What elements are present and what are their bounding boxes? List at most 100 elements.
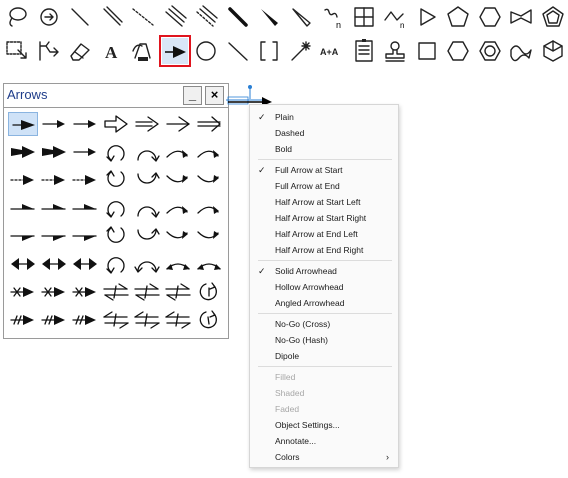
close-button[interactable]: × [205, 86, 224, 105]
menu-item-hollow-arrowhead[interactable]: Hollow Arrowhead [250, 279, 398, 295]
palette-half-arrow-lower-button[interactable] [70, 224, 100, 248]
wavy-bond-tool-button[interactable]: n [319, 4, 345, 30]
reaction-arrow-text-tool-button[interactable]: A+A [319, 38, 345, 64]
hexagon-round-tool-button[interactable] [477, 38, 503, 64]
palette-curved-small-arrow-button[interactable] [163, 196, 193, 220]
palette-hollow-arrow-double-button[interactable] [132, 112, 162, 136]
palette-curved-up-arrow-button[interactable] [101, 196, 131, 220]
minimize-button[interactable]: _ [183, 86, 202, 105]
palette-open-arrow-double-button[interactable] [194, 112, 224, 136]
palette-curved-down-small-arrow-button[interactable] [163, 168, 193, 192]
palette-curved-u-arrow-button[interactable] [132, 168, 162, 192]
text-tool-button[interactable]: A [99, 38, 125, 64]
palette-curved-right-arrow-button[interactable] [132, 140, 162, 164]
palette-double-headed-arrow-button[interactable] [39, 252, 69, 276]
palette-curved-down-small-arrow-button[interactable] [194, 224, 224, 248]
document-tool-button[interactable] [351, 38, 377, 64]
palette-equilibrium-arrow-rev-button[interactable] [163, 308, 193, 332]
palette-circle-arrow-2-button[interactable] [194, 308, 224, 332]
palette-half-arrow-lower-button[interactable] [8, 224, 38, 248]
menu-item-annotate[interactable]: Annotate... [250, 433, 398, 449]
cube-tool-button[interactable] [540, 38, 566, 64]
palette-curved-u-arrow-button[interactable] [132, 224, 162, 248]
hashed-wedge-tool-button[interactable] [288, 4, 314, 30]
palette-title-bar[interactable]: Arrows _ × [4, 84, 228, 106]
sparkle-tool-button[interactable] [288, 38, 314, 64]
wedge-tool-button[interactable] [256, 4, 282, 30]
palette-half-arrow-button[interactable] [70, 196, 100, 220]
palette-double-curved-arrow-button[interactable] [163, 252, 193, 276]
palette-bold-arrow-button[interactable] [39, 140, 69, 164]
rotate-tool-button[interactable] [36, 4, 62, 30]
menu-item-angled-arrowhead[interactable]: Angled Arrowhead [250, 295, 398, 311]
palette-dashed-arrow-button[interactable] [70, 168, 100, 192]
palette-no-go-hash-arrow-button[interactable] [39, 308, 69, 332]
palette-half-arrow-button[interactable] [39, 196, 69, 220]
palette-equilibrium-arrow-button[interactable] [163, 280, 193, 304]
palette-circle-arrow-button[interactable] [194, 280, 224, 304]
palette-curved-small-arrow-button[interactable] [194, 196, 224, 220]
menu-item-half-arrow-at-end-right[interactable]: Half Arrow at End Right [250, 242, 398, 258]
pen-tool-button[interactable] [130, 38, 156, 64]
palette-arrow-button[interactable] [70, 140, 100, 164]
menu-item-half-arrow-at-start-right[interactable]: Half Arrow at Start Right [250, 210, 398, 226]
eraser-tool-button[interactable] [67, 38, 93, 64]
menu-item-full-arrow-at-start[interactable]: ✓ Full Arrow at Start [250, 162, 398, 178]
pentagon-filled-tool-button[interactable] [540, 4, 566, 30]
menu-item-solid-arrowhead[interactable]: ✓ Solid Arrowhead [250, 263, 398, 279]
palette-thin-arrow-button[interactable] [70, 112, 100, 136]
palette-no-go-cross-arrow-button[interactable] [8, 280, 38, 304]
palette-curved-down-arrow-button[interactable] [101, 168, 131, 192]
palette-curved-double-arrow-button[interactable] [132, 252, 162, 276]
palette-double-curved-arrow-button[interactable] [194, 252, 224, 276]
menu-item-bold[interactable]: Bold [250, 141, 398, 157]
menu-item-dipole[interactable]: Dipole [250, 348, 398, 364]
palette-no-go-hash-arrow-button[interactable] [70, 308, 100, 332]
wavy-shape-tool-button[interactable] [508, 38, 534, 64]
stamp-tool-button[interactable] [382, 38, 408, 64]
palette-curved-down-arrow-button[interactable] [101, 224, 131, 248]
palette-equilibrium-arrow-button[interactable] [132, 280, 162, 304]
arrow-tool-tool-button[interactable] [158, 35, 191, 67]
rectangle-tool-button[interactable] [414, 38, 440, 64]
double-line-tool-button[interactable] [99, 4, 125, 30]
pentagon-tool-button[interactable] [445, 4, 471, 30]
palette-no-go-hash-arrow-button[interactable] [8, 308, 38, 332]
menu-item-half-arrow-at-start-left[interactable]: Half Arrow at Start Left [250, 194, 398, 210]
palette-curved-down-small-arrow-button[interactable] [194, 168, 224, 192]
palette-curved-small-arrow-button[interactable] [194, 140, 224, 164]
palette-no-go-cross-arrow-button[interactable] [70, 280, 100, 304]
palette-equilibrium-arrow-button[interactable] [101, 280, 131, 304]
bracket-tool-button[interactable] [256, 38, 282, 64]
chain-tool-button[interactable]: n [382, 4, 408, 30]
palette-equilibrium-arrow-rev-button[interactable] [101, 308, 131, 332]
dashed-bond-tool-button[interactable] [130, 4, 156, 30]
palette-equilibrium-arrow-rev-button[interactable] [132, 308, 162, 332]
palette-dashed-arrow-button[interactable] [8, 168, 38, 192]
lasso-tool-button[interactable] [4, 4, 30, 30]
menu-item-no-go-cross[interactable]: No-Go (Cross) [250, 316, 398, 332]
triple-line-tool-button[interactable] [162, 4, 188, 30]
palette-no-go-cross-arrow-button[interactable] [39, 280, 69, 304]
palette-open-arrow-button[interactable] [163, 112, 193, 136]
orbital-tool-button[interactable] [193, 38, 219, 64]
menu-item-object-settings[interactable]: Object Settings... [250, 417, 398, 433]
table-tool-button[interactable] [351, 4, 377, 30]
palette-dashed-arrow-button[interactable] [39, 168, 69, 192]
play-triangle-tool-button[interactable] [414, 4, 440, 30]
graphic-line-tool-button[interactable] [225, 38, 251, 64]
palette-curved-small-arrow-button[interactable] [163, 140, 193, 164]
palette-curved-up-arrow-button[interactable] [101, 140, 131, 164]
menu-item-colors[interactable]: Colors › [250, 449, 398, 465]
palette-curved-up-arrow-button[interactable] [101, 252, 131, 276]
palette-half-arrow-button[interactable] [8, 196, 38, 220]
palette-curved-down-small-arrow-button[interactable] [163, 224, 193, 248]
palette-bold-arrow-button[interactable] [8, 140, 38, 164]
hexagon-outline-tool-button[interactable] [445, 38, 471, 64]
menu-item-dashed[interactable]: Dashed [250, 125, 398, 141]
line-tool-button[interactable] [67, 4, 93, 30]
palette-curved-right-arrow-button[interactable] [132, 196, 162, 220]
palette-plain-arrow-button[interactable] [8, 112, 38, 136]
palette-thin-arrow-button[interactable] [39, 112, 69, 136]
menu-item-half-arrow-at-end-left[interactable]: Half Arrow at End Left [250, 226, 398, 242]
